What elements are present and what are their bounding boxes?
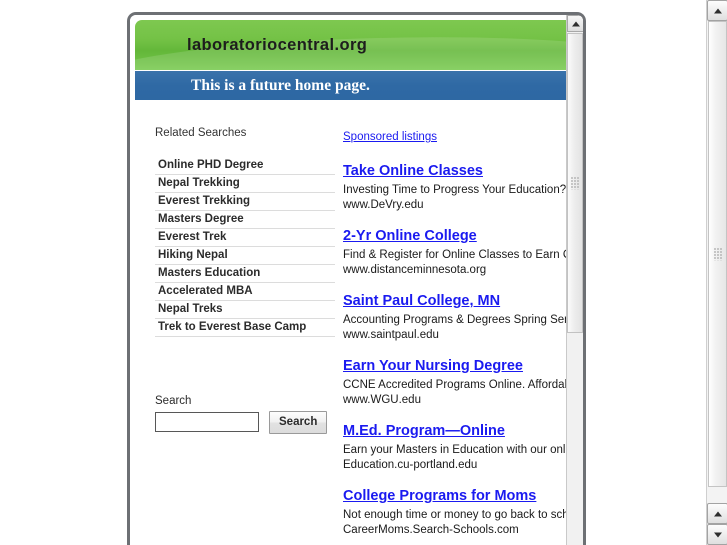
ad-description: Find & Register for Online Classes to Ea… [343,249,584,261]
related-search-link[interactable]: Nepal Trekking [155,175,335,192]
list-item[interactable]: Accelerated MBA [155,283,335,301]
ad-listing: Earn Your Nursing Degree CCNE Accredited… [343,357,583,407]
ad-display-url: CareerMoms.Search-Schools.com [343,523,519,536]
search-label: Search [155,395,192,407]
ad-title-link[interactable]: M.Ed. Program—Online [343,423,505,439]
related-search-link[interactable]: Hiking Nepal [155,247,335,264]
site-frame: laboratoriocentral.org This is a future … [127,12,586,545]
page-scroll-buttons [707,503,727,545]
ad-listing: College Programs for Moms Not enough tim… [343,487,583,537]
tagline-text: This is a future home page. [191,77,370,94]
site-frame-inner: laboratoriocentral.org This is a future … [130,15,583,545]
arrow-up-icon [713,8,722,13]
list-item[interactable]: Hiking Nepal [155,247,335,265]
ad-display-url: www.WGU.edu [343,393,421,406]
sponsored-listings-link[interactable]: Sponsored listings [343,131,437,143]
ad-title-link[interactable]: Earn Your Nursing Degree [343,358,523,374]
ad-title-link[interactable]: Saint Paul College, MN [343,293,500,309]
inner-scrollbar-thumb[interactable] [567,33,583,333]
ad-description: CCNE Accredited Programs Online. Afforda… [343,379,580,391]
related-search-link[interactable]: Everest Trek [155,229,335,246]
ad-listing: 2-Yr Online College Find & Register for … [343,227,584,277]
ad-listing: Take Online Classes Investing Time to Pr… [343,162,584,212]
list-item[interactable]: Online PHD Degree [155,157,335,175]
arrow-up-icon [713,511,722,516]
ad-description: Accounting Programs & Degrees Spring Sem… [343,314,581,326]
grip-icon [713,247,722,261]
ad-description: Earn your Masters in Education with our … [343,444,581,456]
ad-title-link[interactable]: 2-Yr Online College [343,228,477,244]
page-scroll-up-button[interactable] [707,0,727,21]
related-search-link[interactable]: Nepal Treks [155,301,335,318]
ad-title-link[interactable]: College Programs for Moms [343,488,536,504]
related-search-link[interactable]: Masters Education [155,265,335,282]
related-searches-heading: Related Searches [155,127,247,139]
list-item[interactable]: Nepal Trekking [155,175,335,193]
ad-title-link[interactable]: Take Online Classes [343,163,483,179]
ad-listing: M.Ed. Program—Online Earn your Masters i… [343,422,583,472]
brand-banner: laboratoriocentral.org [135,20,578,70]
tagline-banner: This is a future home page. [135,70,578,100]
related-search-link[interactable]: Accelerated MBA [155,283,335,300]
list-item[interactable]: Trek to Everest Base Camp [155,319,335,337]
list-item[interactable]: Masters Degree [155,211,335,229]
related-search-link[interactable]: Everest Trekking [155,193,335,210]
search-block: Search Search [155,395,335,434]
page-scroll-up-button-bottom[interactable] [707,503,727,524]
ad-description: Investing Time to Progress Your Educatio… [343,184,584,196]
body-area: Related Searches Online PHD Degree Nepal… [135,100,583,536]
search-row: Search [155,411,335,434]
domain-title: laboratoriocentral.org [187,36,368,54]
ad-display-url: www.distanceminnesota.org [343,263,487,276]
page-scroll-down-button[interactable] [707,524,727,545]
related-searches-list: Online PHD Degree Nepal Trekking Everest… [155,157,335,337]
sponsored-listings-column: Sponsored listings Take Online Classes I… [343,127,584,545]
ad-display-url: www.DeVry.edu [343,198,424,211]
ad-display-url: Education.cu-portland.edu [343,458,478,471]
inner-scrollbar[interactable] [566,15,583,545]
page-scrollbar-thumb[interactable] [708,21,727,487]
list-item[interactable]: Masters Education [155,265,335,283]
ad-display-url: www.saintpaul.edu [343,328,439,341]
page-root: laboratoriocentral.org This is a future … [0,0,727,545]
ad-description: Not enough time or money to go back to s… [343,509,582,521]
related-searches-column: Related Searches Online PHD Degree Nepal… [155,127,335,434]
search-input[interactable] [155,412,259,432]
ad-listing: Saint Paul College, MN Accounting Progra… [343,292,583,342]
related-search-link[interactable]: Masters Degree [155,211,335,228]
search-button[interactable]: Search [269,411,328,434]
arrow-down-icon [713,532,722,537]
list-item[interactable]: Everest Trekking [155,193,335,211]
related-search-link[interactable]: Trek to Everest Base Camp [155,319,335,336]
related-search-link[interactable]: Online PHD Degree [155,157,335,174]
page-scrollbar[interactable] [706,0,727,545]
list-item[interactable]: Everest Trek [155,229,335,247]
grip-icon [570,176,580,190]
list-item[interactable]: Nepal Treks [155,301,335,319]
